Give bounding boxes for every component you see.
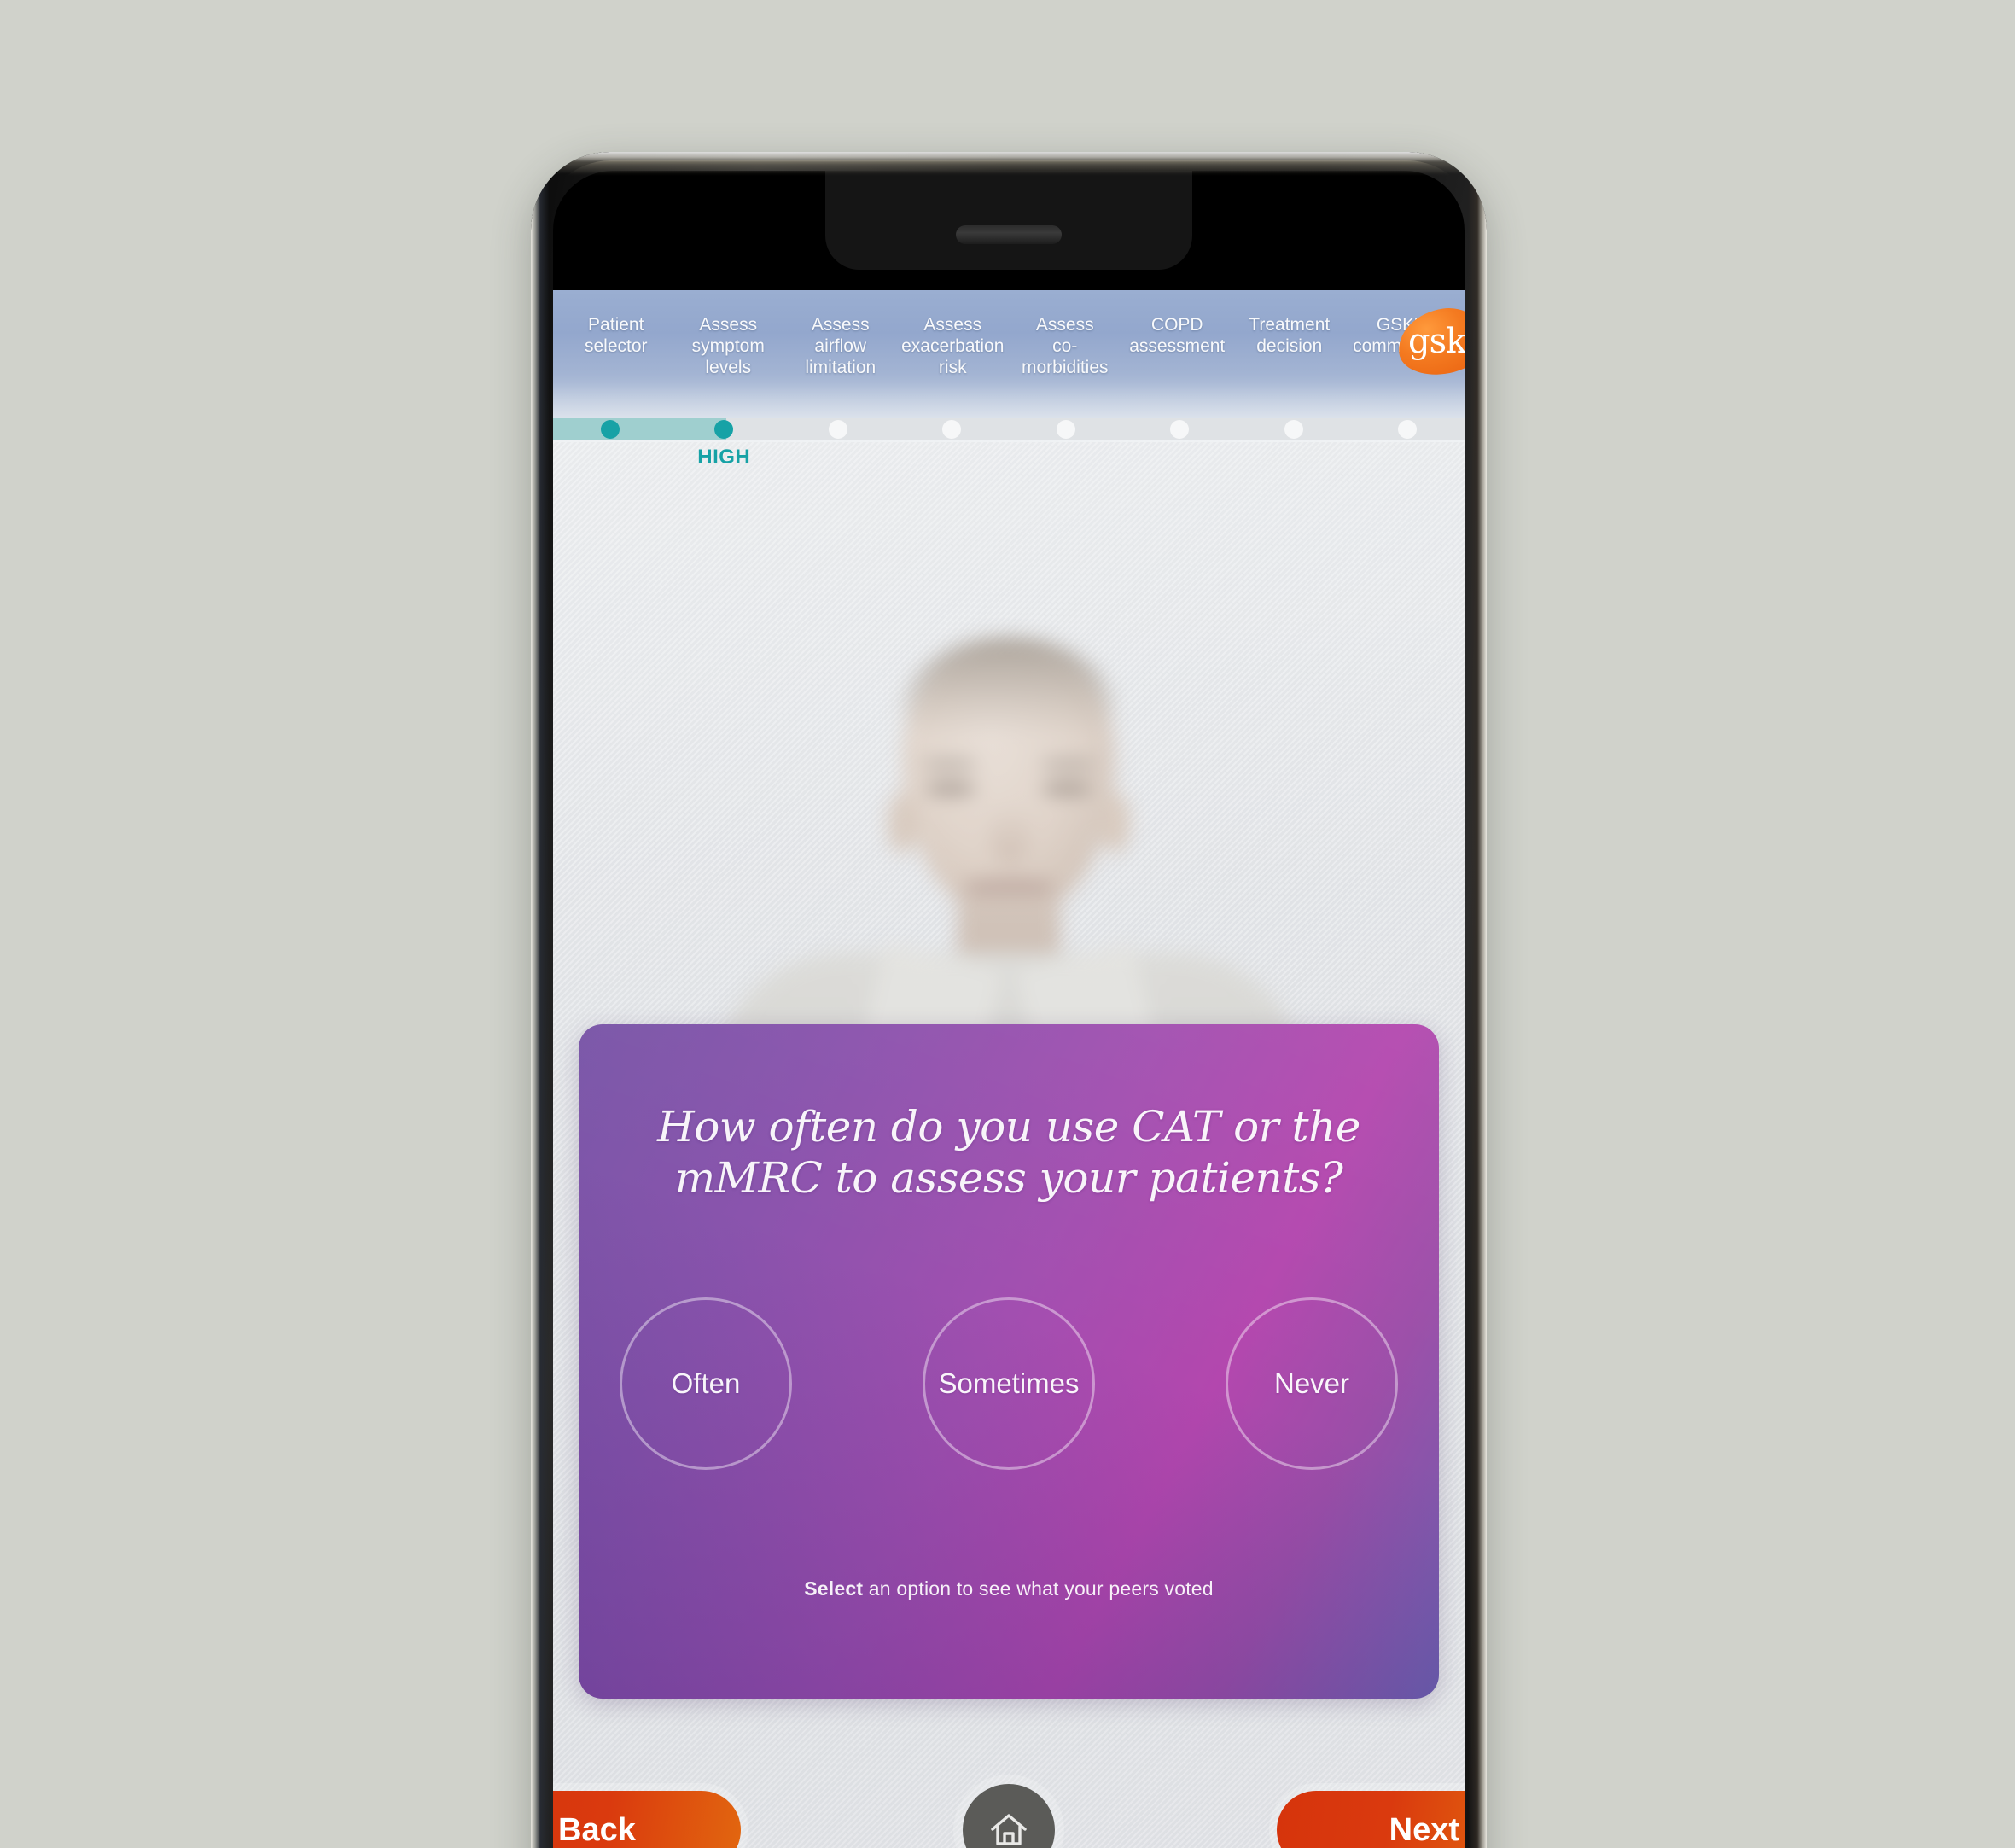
poll-hint: Select an option to see what your peers … bbox=[579, 1577, 1439, 1600]
question-text: How often do you use CAT or the mMRC to … bbox=[657, 1102, 1360, 1203]
progress-dot-1[interactable] bbox=[600, 420, 620, 439]
sidebar-item-assess-exacerbation-risk[interactable]: Assess exacerbation risk bbox=[897, 314, 1010, 378]
home-button[interactable] bbox=[963, 1784, 1055, 1848]
back-button-label: Back bbox=[558, 1811, 636, 1848]
progress-dot-4[interactable] bbox=[942, 420, 962, 439]
home-icon bbox=[991, 1814, 1027, 1845]
progress-dot-6[interactable] bbox=[1170, 420, 1190, 439]
phone-notch bbox=[825, 171, 1192, 270]
gsk-logo: gsk bbox=[1394, 303, 1465, 380]
bottom-nav: Back Next bbox=[553, 1748, 1465, 1848]
screenshot-canvas: Patient selector Assess symptom levels Asse… bbox=[0, 0, 2015, 1848]
sidebar-item-assess-symptom-levels[interactable]: Assess symptom levels bbox=[673, 314, 785, 378]
answer-option-often[interactable]: Often bbox=[620, 1297, 792, 1470]
earpiece-speaker-icon bbox=[956, 225, 1062, 244]
gsk-logo-text: gsk bbox=[1408, 322, 1465, 361]
next-button-label: Next bbox=[1389, 1811, 1459, 1848]
step-nav: Patient selector Assess symptom levels Asse… bbox=[553, 314, 1465, 378]
answer-options: Often Sometimes Never bbox=[620, 1297, 1398, 1470]
sidebar-item-copd-assessment[interactable]: COPD assessment bbox=[1121, 314, 1234, 378]
next-button[interactable]: Next bbox=[1277, 1791, 1465, 1848]
progress-dot-2[interactable] bbox=[714, 420, 734, 439]
progress-dot-8[interactable] bbox=[1398, 420, 1418, 439]
poll-hint-bold: Select bbox=[804, 1577, 864, 1600]
sidebar-item-treatment-decision[interactable]: Treatment decision bbox=[1233, 314, 1346, 378]
answer-option-never[interactable]: Never bbox=[1226, 1297, 1398, 1470]
sidebar-item-assess-airflow-limitation[interactable]: Assess airflow limitation bbox=[784, 314, 897, 378]
progress-rail-fill bbox=[553, 418, 726, 440]
answer-option-sometimes[interactable]: Sometimes bbox=[923, 1297, 1095, 1470]
back-button[interactable]: Back bbox=[553, 1791, 741, 1848]
app-screen: Patient selector Assess symptom levels Asse… bbox=[553, 290, 1465, 1848]
progress-rail[interactable] bbox=[553, 418, 1465, 440]
question-card: How often do you use CAT or the mMRC to … bbox=[579, 1024, 1439, 1699]
progress-dot-3[interactable] bbox=[828, 420, 847, 439]
progress-dot-5[interactable] bbox=[1056, 420, 1075, 439]
progress-dot-7[interactable] bbox=[1284, 420, 1303, 439]
sidebar-item-assess-co-morbidities[interactable]: Assess co-morbidities bbox=[1009, 314, 1121, 378]
symptom-level-label: HIGH bbox=[697, 446, 751, 469]
poll-hint-rest: an option to see what your peers voted bbox=[863, 1577, 1214, 1600]
phone-device: Patient selector Assess symptom levels Asse… bbox=[531, 152, 1487, 1848]
phone-glass: Patient selector Assess symptom levels Asse… bbox=[553, 171, 1465, 1848]
sidebar-item-patient-selector[interactable]: Patient selector bbox=[560, 314, 673, 378]
